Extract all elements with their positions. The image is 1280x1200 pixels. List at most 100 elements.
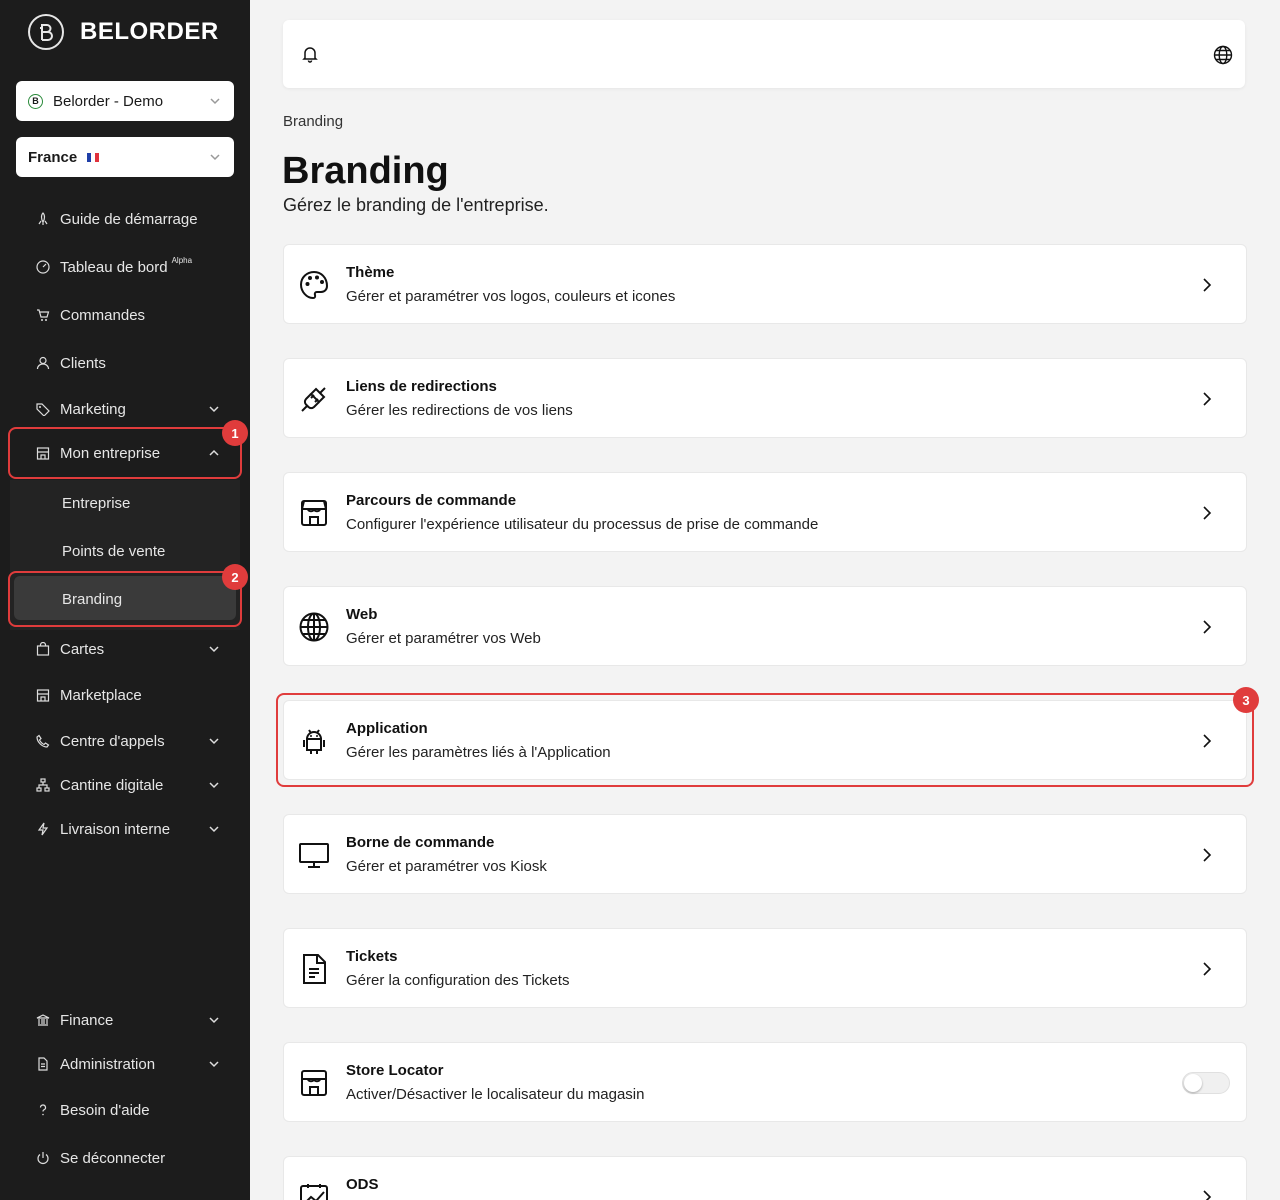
sidebar-item-label: Finance [60,1011,114,1029]
sidebar: BELORDER B Belorder - Demo France Guide … [0,0,250,1200]
sidebar-item-finance[interactable]: Finance [36,1008,220,1032]
sidebar-item-label: Commandes [60,306,146,324]
annotation-badge-2: 2 [222,564,248,590]
user-icon [36,356,50,370]
card-title: Store Locator [346,1062,444,1079]
sidebar-item-guide[interactable]: Guide de démarrage [36,207,220,231]
sidebar-item-label: Guide de démarrage [60,210,198,228]
chevron-down-icon [209,646,219,653]
store-locator-toggle[interactable] [1182,1072,1230,1094]
power-icon [37,1152,49,1165]
toggle-knob [1184,1074,1202,1092]
chevron-down-icon [209,406,219,413]
sidebar-item-marketplace[interactable]: Marketplace [36,683,220,707]
card-ods[interactable]: ODS [283,1156,1247,1200]
store-icon [301,1070,327,1096]
bolt-icon [37,822,49,836]
sidebar-item-aide[interactable]: Besoin d'aide [36,1098,220,1122]
sidebar-item-label: Centre d'appels [60,732,165,750]
hierarchy-icon [36,778,50,792]
logo-icon [28,14,64,50]
card-title: ODS [346,1176,379,1193]
brand-logo[interactable]: BELORDER [28,14,219,50]
country-select[interactable]: France [16,137,234,177]
card-title: Borne de commande [346,834,495,851]
sidebar-item-livraison-interne[interactable]: Livraison interne [36,817,220,841]
chevron-right-icon [1203,848,1212,862]
org-logo-icon: B [28,93,43,109]
sidebar-item-label: Besoin d'aide [60,1101,150,1119]
card-tickets[interactable]: Tickets Gérer la configuration des Ticke… [283,928,1247,1008]
sidebar-item-cartes[interactable]: Cartes [36,637,220,661]
card-title: Liens de redirections [346,378,497,395]
sidebar-item-administration[interactable]: Administration [36,1052,220,1076]
annotation-box-1 [8,427,242,479]
chevron-right-icon [1203,392,1212,406]
globe-icon[interactable] [1213,45,1233,65]
breadcrumb[interactable]: Branding [283,113,343,130]
organization-select[interactable]: B Belorder - Demo [16,81,234,121]
sidebar-item-dashboard[interactable]: Tableau de bord Alpha [36,255,220,279]
page-subtitle: Gérez le branding de l'entreprise. [283,195,549,215]
sidebar-item-label: Administration [60,1055,156,1073]
sidebar-item-clients[interactable]: Clients [36,351,220,375]
rocket-icon [38,212,48,225]
globe-icon [299,612,329,642]
phone-icon [36,734,50,748]
chevron-right-icon [1203,506,1212,520]
card-store-locator[interactable]: Store Locator Activer/Désactiver le loca… [283,1042,1247,1122]
annotation-badge-1: 1 [222,420,248,446]
alpha-badge: Alpha [171,255,193,265]
sidebar-item-label: Cartes [60,640,105,658]
chevron-right-icon [1203,620,1212,634]
annotation-box-3 [276,693,1254,787]
sidebar-item-label: Marketplace [60,686,142,704]
palette-icon [299,270,329,300]
sidebar-item-label: Livraison interne [60,820,171,838]
card-description: Activer/Désactiver le localisateur du ma… [346,1086,645,1103]
country-select-value: France [28,148,78,166]
card-description: Gérer les redirections de vos liens [346,402,573,419]
chart-icon [300,1184,328,1200]
chevron-right-icon [1203,278,1212,292]
chevron-down-icon [209,738,219,745]
sidebar-subitem-points-de-vente[interactable]: Points de vente [62,539,165,563]
card-theme[interactable]: Thème Gérer et paramétrer vos logos, cou… [283,244,1247,324]
card-kiosk[interactable]: Borne de commande Gérer et paramétrer vo… [283,814,1247,894]
bank-icon [36,1014,50,1026]
chevron-down-icon [209,782,219,789]
card-redirect-links[interactable]: Liens de redirections Gérer les redirect… [283,358,1247,438]
sidebar-subitem-entreprise[interactable]: Entreprise [62,491,130,515]
card-description: Gérer la configuration des Tickets [346,972,570,989]
sidebar-item-label: Tableau de bord [60,258,168,276]
chevron-down-icon [209,1017,219,1024]
chevron-down-icon [209,826,219,833]
card-title: Web [346,606,378,623]
top-bar [283,20,1245,88]
question-icon [39,1104,47,1116]
chevron-right-icon [1203,962,1212,976]
card-title: Parcours de commande [346,492,517,509]
card-description: Configurer l'expérience utilisateur du p… [346,516,819,533]
gauge-icon [36,260,50,274]
card-description: Gérer et paramétrer vos logos, couleurs … [346,288,676,305]
plug-icon [301,387,326,412]
sidebar-item-label: Se déconnecter [60,1149,166,1167]
chevron-down-icon [210,154,220,161]
card-web[interactable]: Web Gérer et paramétrer vos Web [283,586,1247,666]
shop-icon [301,500,327,526]
chevron-right-icon [1203,1190,1212,1200]
sidebar-item-orders[interactable]: Commandes [36,303,220,327]
sidebar-item-centre-appels[interactable]: Centre d'appels [36,729,220,753]
sidebar-item-marketing[interactable]: Marketing [36,397,220,421]
sidebar-item-cantine-digitale[interactable]: Cantine digitale [36,773,220,797]
france-flag-icon [87,152,100,162]
storefront-icon [36,689,50,702]
card-title: Thème [346,264,395,281]
chevron-down-icon [210,98,220,105]
sidebar-item-logout[interactable]: Se déconnecter [36,1146,220,1170]
sidebar-item-label: Cantine digitale [60,776,164,794]
card-description: Gérer et paramétrer vos Kiosk [346,858,547,875]
card-order-flow[interactable]: Parcours de commande Configurer l'expéri… [283,472,1247,552]
bell-icon[interactable] [301,45,319,63]
